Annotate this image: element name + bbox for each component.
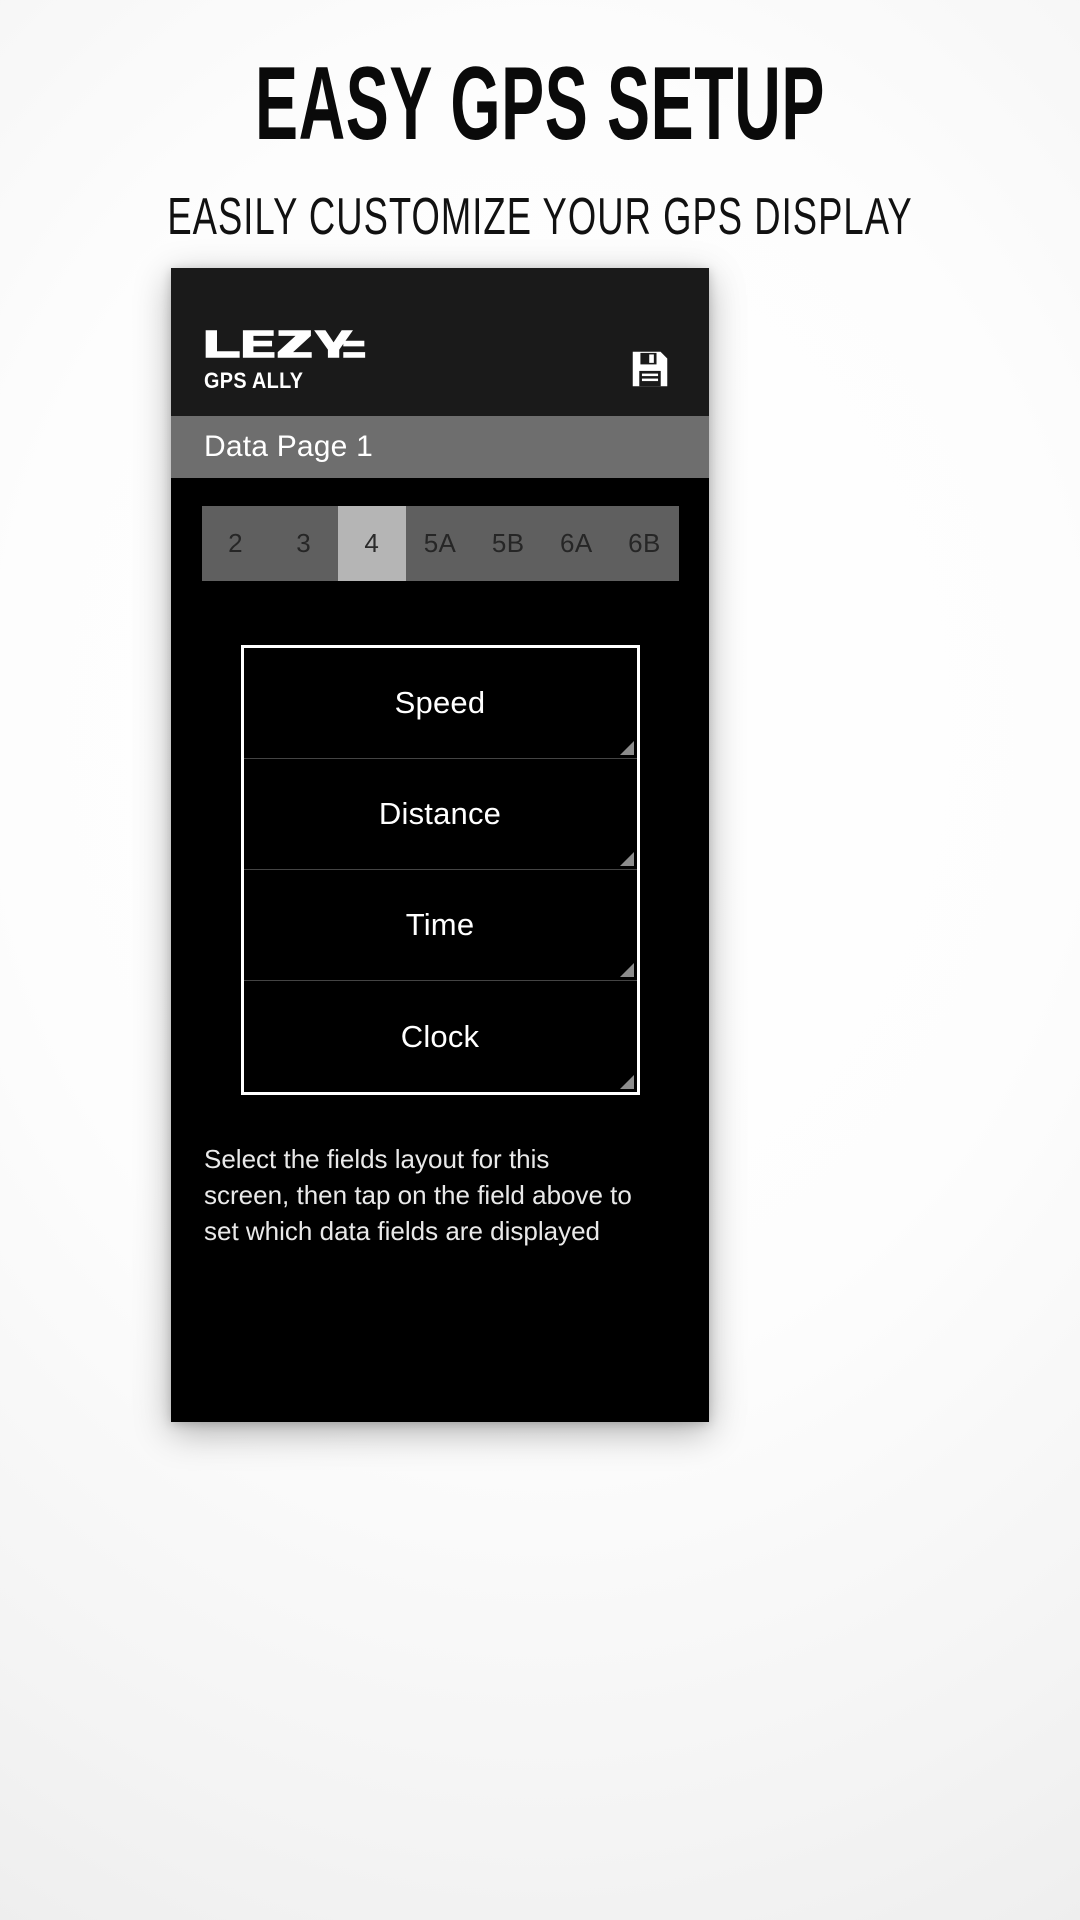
data-field-row-distance[interactable]: Distance [243, 759, 637, 870]
brand-tagline: GPS ALLY [204, 368, 304, 393]
app-header: GPS ALLY [171, 268, 709, 416]
promo-header: EASY GPS SETUP EASILY CUSTOMIZE YOUR GPS… [0, 0, 1080, 244]
data-field-row-time[interactable]: Time [243, 870, 637, 981]
data-field-label: Time [405, 907, 475, 942]
tab-layout-6b[interactable]: 6B [610, 506, 679, 581]
data-page-title-bar: Data Page 1 [171, 416, 709, 478]
resize-corner-icon [619, 741, 634, 755]
data-field-label: Clock [400, 1018, 480, 1054]
resize-corner-icon [619, 1075, 634, 1089]
data-fields-area: Speed Distance Time Clock [171, 581, 709, 1095]
app-screenshot-panel: GPS ALLY Data Page 1 2 3 4 5A 5B 6A 6B S… [171, 268, 709, 1422]
brand-block: GPS ALLY [204, 327, 366, 394]
instruction-text: Select the fields layout for this screen… [171, 1095, 671, 1249]
panel-filler [171, 1249, 709, 1422]
resize-corner-icon [619, 852, 634, 866]
data-fields-box: Speed Distance Time Clock [240, 645, 640, 1095]
lezyne-wordmark-logo [204, 327, 366, 361]
resize-corner-icon [619, 963, 634, 977]
data-field-row-clock[interactable]: Clock [244, 981, 637, 1092]
tab-layout-5b[interactable]: 5B [474, 506, 543, 581]
data-field-row-speed[interactable]: Speed [243, 648, 637, 759]
layout-tabstrip[interactable]: 2 3 4 5A 5B 6A 6B [201, 506, 679, 581]
tab-layout-5a[interactable]: 5A [405, 506, 475, 581]
data-page-title: Data Page 1 [204, 430, 373, 463]
promo-page: EASY GPS SETUP EASILY CUSTOMIZE YOUR GPS… [0, 0, 1080, 1920]
page-subtitle: EASILY CUSTOMIZE YOUR GPS DISPLAY [167, 188, 913, 246]
tab-layout-2[interactable]: 2 [201, 506, 270, 581]
data-field-label: Distance [378, 796, 502, 831]
data-field-label: Speed [394, 685, 486, 720]
save-floppy-icon[interactable] [627, 346, 673, 392]
tab-layout-4[interactable]: 4 [337, 506, 406, 581]
tab-layout-6a[interactable]: 6A [542, 506, 611, 581]
layout-tabstrip-area: 2 3 4 5A 5B 6A 6B [171, 478, 709, 581]
tab-layout-3[interactable]: 3 [269, 506, 338, 581]
page-title: EASY GPS SETUP [254, 46, 826, 162]
